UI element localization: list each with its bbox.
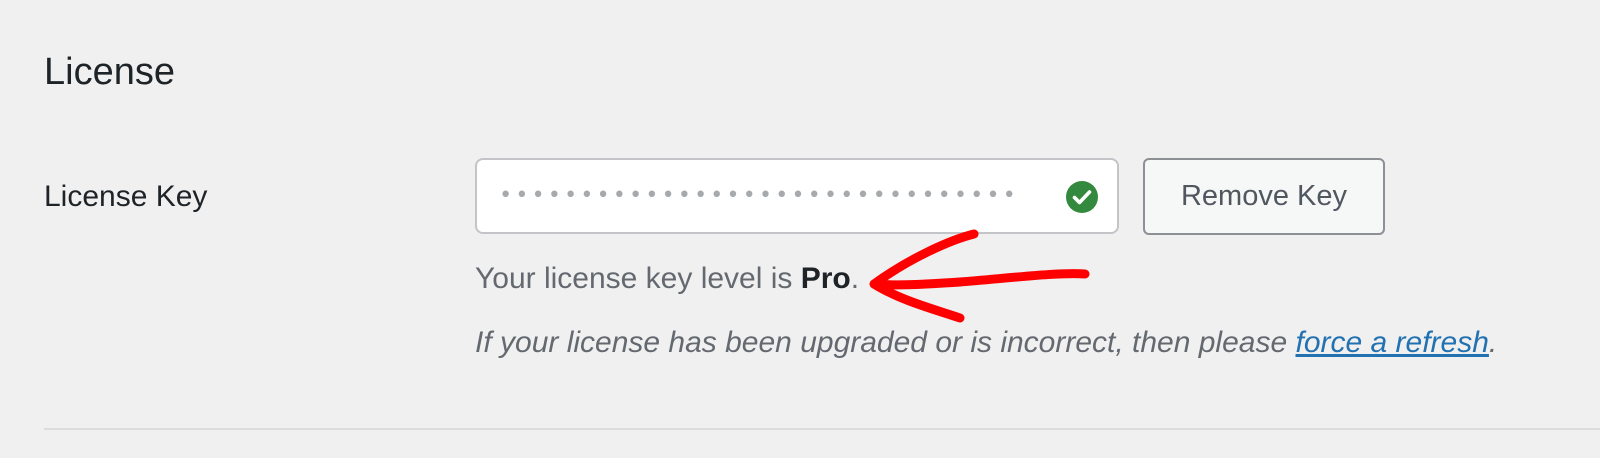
refresh-hint-suffix: . xyxy=(1488,326,1498,359)
section-divider xyxy=(44,428,1600,430)
license-level-suffix: . xyxy=(850,262,860,295)
section-title: License xyxy=(44,51,175,93)
license-settings-page: License License Key Remove Key Your lice… xyxy=(0,0,1600,458)
remove-key-button[interactable]: Remove Key xyxy=(1143,158,1385,235)
license-level-text: Your license key level is Pro. xyxy=(475,260,859,298)
red-arrow-annotation xyxy=(869,229,1090,323)
license-level-prefix: Your license key level is xyxy=(475,262,801,295)
license-key-label: License Key xyxy=(44,180,208,213)
force-refresh-link[interactable]: force a refresh xyxy=(1296,326,1489,359)
license-level-value: Pro xyxy=(800,262,851,295)
check-circle-icon xyxy=(1066,181,1098,213)
